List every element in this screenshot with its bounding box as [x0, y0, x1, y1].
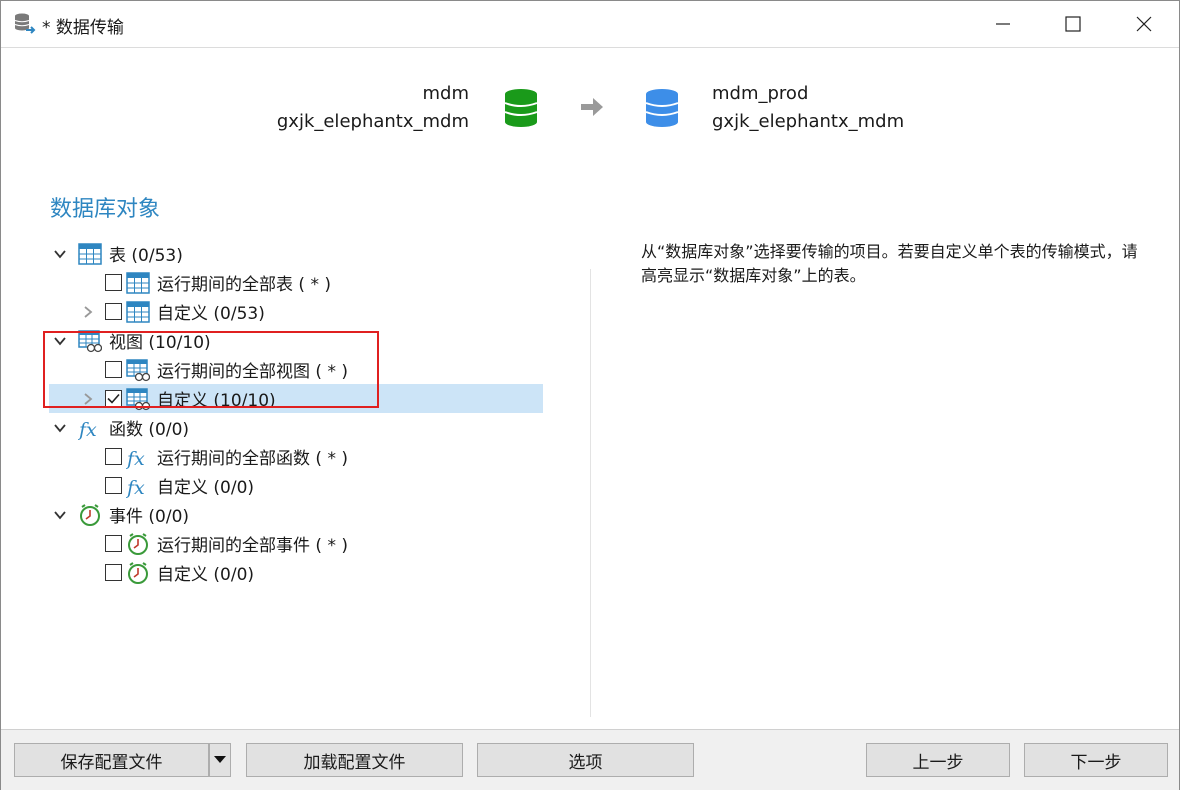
back-button[interactable]: 上一步: [866, 743, 1010, 777]
close-button[interactable]: [1109, 1, 1179, 47]
tree-node-label: 函数 (0/0): [109, 420, 190, 440]
tree-node-label: 自定义 (0/0): [157, 565, 255, 585]
tree-node-events-custom[interactable]: 自定义 (0/0): [49, 558, 529, 587]
title-bar: * 数据传输: [1, 1, 1179, 47]
footer-button-bar: 保存配置文件 加载配置文件 选项 上一步 下一步: [1, 729, 1179, 790]
maximize-button[interactable]: [1038, 1, 1108, 47]
tree-node-label: 运行期间的全部函数 ( * ): [157, 449, 348, 469]
database-green-icon: [504, 89, 538, 127]
table-icon: [126, 271, 150, 294]
section-title: 数据库对象: [50, 197, 161, 222]
checkbox[interactable]: [105, 535, 122, 552]
tree-node-tables-custom[interactable]: 自定义 (0/53): [49, 297, 529, 326]
checkbox[interactable]: [105, 448, 122, 465]
svg-text:fx: fx: [78, 419, 97, 440]
source-info: mdm gxjk_elephantx_mdm: [277, 80, 469, 136]
chevron-down-icon[interactable]: [53, 247, 67, 261]
checkbox[interactable]: [105, 564, 122, 581]
save-profile-dropdown[interactable]: [209, 743, 231, 777]
tree-node-tables-all[interactable]: 运行期间的全部表 ( * ): [49, 268, 529, 297]
tree-node-events-all[interactable]: 运行期间的全部事件 ( * ): [49, 529, 529, 558]
event-clock-icon: [80, 503, 100, 526]
minimize-button[interactable]: [968, 1, 1038, 47]
close-icon: [1136, 16, 1152, 32]
event-clock-icon: [128, 532, 148, 555]
tree-node-functions[interactable]: fx 函数 (0/0): [49, 413, 529, 442]
chevron-down-icon[interactable]: [53, 421, 67, 435]
next-button[interactable]: 下一步: [1024, 743, 1168, 777]
tree-node-tables[interactable]: 表 (0/53): [49, 239, 529, 268]
event-clock-icon: [128, 561, 148, 584]
content-area: 数据库对象 从“数据库对象”选择要传输的项目。若要自定义单个表的传输模式，请高亮…: [1, 165, 1179, 729]
chevron-down-icon[interactable]: [53, 508, 67, 522]
window-title: * 数据传输: [42, 18, 124, 38]
tree-node-label: 表 (0/53): [109, 246, 183, 266]
transfer-header: mdm gxjk_elephantx_mdm mdm_prod gxjk_ele…: [1, 47, 1179, 166]
database-transfer-icon: [14, 13, 36, 34]
tree-node-label: 运行期间的全部表 ( * ): [157, 275, 331, 295]
source-connection: mdm: [422, 83, 470, 104]
function-icon: fx: [78, 419, 97, 440]
database-blue-icon: [645, 89, 679, 127]
tree-node-label: 自定义 (0/53): [157, 304, 265, 324]
target-database: gxjk_elephantx_mdm: [712, 111, 905, 132]
source-database: gxjk_elephantx_mdm: [276, 111, 469, 132]
load-profile-button[interactable]: 加载配置文件: [246, 743, 463, 777]
table-icon: [126, 300, 150, 323]
minimize-icon: [996, 23, 1010, 25]
table-icon: [78, 242, 102, 265]
tree-node-events[interactable]: 事件 (0/0): [49, 500, 529, 529]
svg-text:fx: fx: [126, 448, 145, 469]
tree-node-label: 自定义 (0/0): [157, 478, 255, 498]
annotation-highlight-box: [43, 331, 379, 408]
save-profile-button[interactable]: 保存配置文件: [14, 743, 209, 777]
maximize-icon: [1065, 16, 1081, 32]
tree-node-functions-all[interactable]: fx 运行期间的全部函数 ( * ): [49, 442, 529, 471]
chevron-right-icon[interactable]: [81, 305, 95, 319]
tree-node-functions-custom[interactable]: fx 自定义 (0/0): [49, 471, 529, 500]
checkbox[interactable]: [105, 303, 122, 320]
data-transfer-window: * 数据传输 mdm gxjk_elephantx_mdm mdm_prod g…: [0, 0, 1180, 790]
svg-text:fx: fx: [126, 477, 145, 498]
target-connection: mdm_prod: [712, 83, 809, 104]
target-info: mdm_prod gxjk_elephantx_mdm: [712, 80, 904, 136]
tree-node-label: 事件 (0/0): [109, 507, 190, 527]
options-button[interactable]: 选项: [477, 743, 694, 777]
checkbox[interactable]: [105, 477, 122, 494]
description-text: 从“数据库对象”选择要传输的项目。若要自定义单个表的传输模式，请高亮显示“数据库…: [641, 242, 1138, 285]
function-icon: fx: [126, 448, 145, 469]
arrow-right-icon: [581, 98, 603, 116]
checkbox[interactable]: [105, 274, 122, 291]
function-icon: fx: [126, 477, 145, 498]
tree-node-label: 运行期间的全部事件 ( * ): [157, 536, 348, 556]
caret-down-icon: [214, 756, 226, 763]
panel-divider[interactable]: [590, 269, 591, 717]
